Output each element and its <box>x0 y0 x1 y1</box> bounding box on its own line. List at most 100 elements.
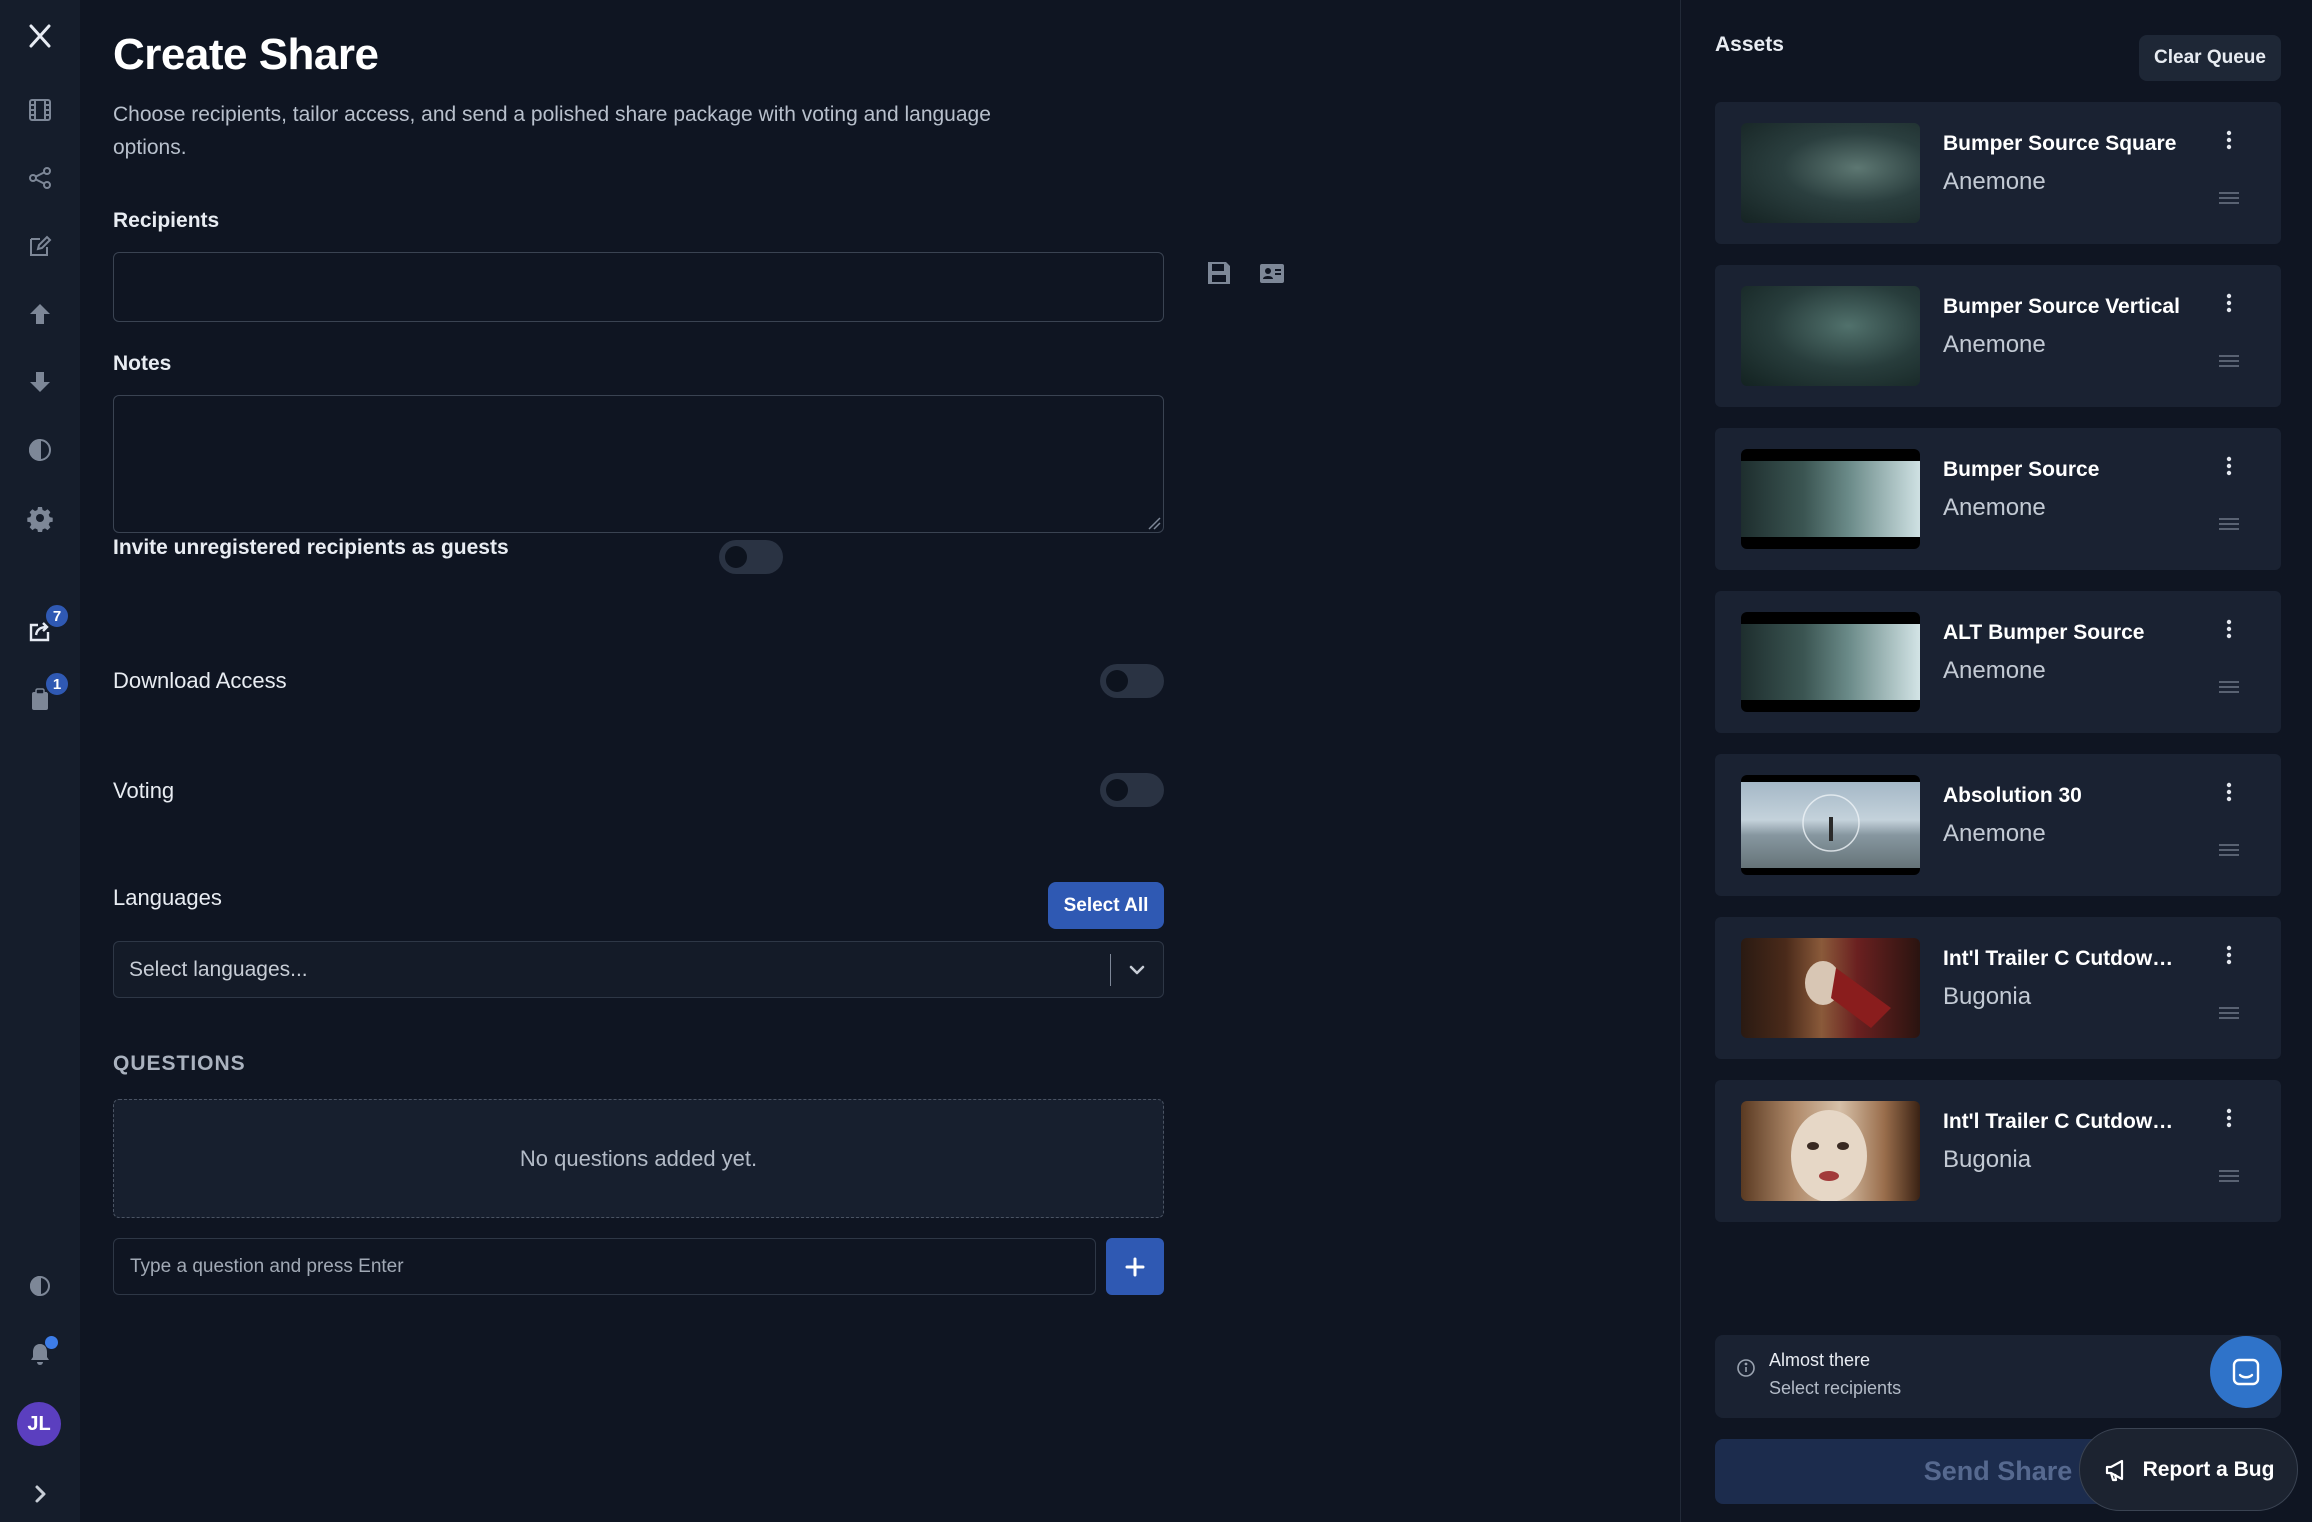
asset-card[interactable]: Bumper Source Anemone <box>1715 428 2281 570</box>
question-input[interactable] <box>113 1238 1096 1295</box>
plus-icon <box>1125 1257 1145 1276</box>
asset-project: Bugonia <box>1943 983 2032 1010</box>
resize-handle-icon[interactable] <box>1145 514 1161 530</box>
shares-count-badge: 7 <box>44 603 70 629</box>
chat-support-button[interactable] <box>2210 1336 2282 1408</box>
drag-handle-icon[interactable] <box>2215 349 2243 373</box>
drag-handle-icon[interactable] <box>2215 1164 2243 1188</box>
asset-card[interactable]: Absolution 30 Anemone <box>1715 754 2281 896</box>
notifications-bell-icon[interactable] <box>16 1330 64 1378</box>
thumbnail-figure <box>1805 961 1891 1028</box>
download-icon[interactable] <box>16 358 64 406</box>
settings-gear-icon[interactable] <box>16 494 64 542</box>
chevron-down-icon[interactable] <box>1111 960 1163 980</box>
asset-card[interactable]: Int'l Trailer C Cutdow… Bugonia <box>1715 917 2281 1059</box>
expand-chevron-icon[interactable] <box>16 1470 64 1518</box>
asset-thumbnail <box>1741 612 1920 712</box>
drag-handle-icon[interactable] <box>2215 675 2243 699</box>
invite-guests-toggle[interactable] <box>719 540 783 574</box>
asset-title: Int'l Trailer C Cutdow… <box>1943 1110 2174 1133</box>
recipients-label: Recipients <box>113 209 220 232</box>
thumbnail-figure <box>1791 1110 1867 1201</box>
share-outbox-button[interactable]: 7 <box>16 603 70 655</box>
asset-project: Bugonia <box>1943 1146 2032 1173</box>
status-title: Almost there <box>1769 1350 1871 1370</box>
asset-thumbnail <box>1741 286 1920 386</box>
voting-toggle[interactable] <box>1100 773 1164 807</box>
edit-document-icon[interactable] <box>16 222 64 270</box>
asset-project: Anemone <box>1943 168 2046 195</box>
assets-panel: Assets Clear Queue Bumper Source Square … <box>1680 0 2312 1522</box>
select-all-languages-button[interactable]: Select All <box>1048 882 1164 929</box>
download-access-label: Download Access <box>113 668 287 693</box>
share-network-icon[interactable] <box>16 154 64 202</box>
clear-queue-button[interactable]: Clear Queue <box>2139 35 2281 81</box>
left-nav-rail: 7 1 JL <box>0 0 80 1522</box>
recipients-input[interactable] <box>113 252 1164 322</box>
queue-clipboard-button[interactable]: 1 <box>16 671 70 723</box>
asset-project: Anemone <box>1943 657 2046 684</box>
drag-handle-icon[interactable] <box>2215 838 2243 862</box>
status-message: Almost there Select recipients <box>1715 1335 2281 1418</box>
report-bug-label: Report a Bug <box>2142 1457 2275 1481</box>
drag-handle-icon[interactable] <box>2215 1001 2243 1025</box>
questions-heading: QUESTIONS <box>113 1052 246 1075</box>
voting-label: Voting <box>113 778 175 803</box>
save-icon[interactable] <box>1199 253 1239 293</box>
drag-handle-icon[interactable] <box>2215 512 2243 536</box>
asset-thumbnail <box>1741 1101 1920 1201</box>
asset-project: Anemone <box>1943 331 2046 358</box>
status-subtitle: Select recipients <box>1769 1378 1902 1398</box>
thumbnail-figure <box>1802 794 1860 852</box>
add-question-button[interactable] <box>1106 1238 1164 1295</box>
asset-title: Absolution 30 <box>1943 784 2082 807</box>
contact-card-icon[interactable] <box>1252 253 1292 293</box>
chat-icon <box>2232 1358 2260 1386</box>
asset-title: Bumper Source <box>1943 458 2100 481</box>
more-options-icon[interactable] <box>2215 774 2243 810</box>
more-options-icon[interactable] <box>2215 1100 2243 1136</box>
more-options-icon[interactable] <box>2215 611 2243 647</box>
more-options-icon[interactable] <box>2215 285 2243 321</box>
megaphone-icon <box>2105 1459 2123 1481</box>
create-share-form: Create Share Choose recipients, tailor a… <box>80 0 1680 1522</box>
asset-card[interactable]: Int'l Trailer C Cutdow… Bugonia <box>1715 1080 2281 1222</box>
queue-count-badge: 1 <box>44 671 70 697</box>
page-title: Create Share <box>113 30 379 79</box>
more-options-icon[interactable] <box>2215 448 2243 484</box>
film-icon[interactable] <box>16 86 64 134</box>
page-subtitle: Choose recipients, tailor access, and se… <box>113 103 991 159</box>
info-icon <box>1737 1359 1755 1377</box>
notes-label: Notes <box>113 352 172 375</box>
more-options-icon[interactable] <box>2215 937 2243 973</box>
analytics-pie-icon[interactable] <box>16 426 64 474</box>
notification-dot <box>45 1336 58 1349</box>
more-options-icon[interactable] <box>2215 122 2243 158</box>
notes-textarea[interactable] <box>113 395 1164 533</box>
asset-card[interactable]: Bumper Source Square Anemone <box>1715 102 2281 244</box>
asset-title: Bumper Source Vertical <box>1943 295 2180 318</box>
languages-placeholder: Select languages... <box>129 957 308 981</box>
asset-card[interactable]: ALT Bumper Source Anemone <box>1715 591 2281 733</box>
asset-title: Int'l Trailer C Cutdow… <box>1943 947 2174 970</box>
asset-thumbnail <box>1741 449 1920 549</box>
app-logo-icon[interactable] <box>16 12 64 60</box>
theme-contrast-icon[interactable] <box>16 1262 64 1310</box>
asset-thumbnail <box>1741 938 1920 1038</box>
asset-title: ALT Bumper Source <box>1943 621 2145 644</box>
assets-title: Assets <box>1715 33 1784 56</box>
report-bug-button[interactable]: Report a Bug <box>2079 1428 2298 1511</box>
user-avatar[interactable]: JL <box>17 1402 61 1446</box>
asset-title: Bumper Source Square <box>1943 132 2177 155</box>
asset-project: Anemone <box>1943 494 2046 521</box>
asset-thumbnail <box>1741 775 1920 875</box>
invite-guests-label: Invite unregistered recipients as guests <box>113 536 509 559</box>
languages-select[interactable]: Select languages... <box>113 941 1164 998</box>
download-access-toggle[interactable] <box>1100 664 1164 698</box>
asset-card[interactable]: Bumper Source Vertical Anemone <box>1715 265 2281 407</box>
drag-handle-icon[interactable] <box>2215 186 2243 210</box>
asset-project: Anemone <box>1943 820 2046 847</box>
questions-empty-state: No questions added yet. <box>113 1099 1164 1218</box>
upload-icon[interactable] <box>16 290 64 338</box>
languages-label: Languages <box>113 885 222 910</box>
